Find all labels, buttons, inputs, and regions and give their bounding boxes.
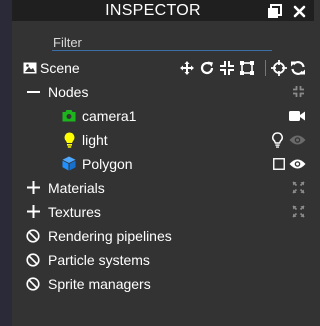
- lightbulb-icon: [64, 132, 75, 148]
- cube-icon: [62, 156, 76, 171]
- plus-icon[interactable]: [27, 205, 40, 218]
- crosshair-icon[interactable]: [271, 60, 287, 76]
- section-materials[interactable]: Materials: [12, 177, 314, 199]
- ban-icon: [26, 277, 40, 291]
- filter-input[interactable]: Filter: [53, 35, 82, 50]
- eye-icon[interactable]: [289, 158, 306, 170]
- image-icon: [23, 62, 37, 74]
- scene-label: Scene: [40, 60, 80, 76]
- bounding-box-gizmo-icon[interactable]: [239, 60, 255, 76]
- eye-icon[interactable]: [289, 134, 306, 146]
- node-label: camera1: [82, 108, 137, 124]
- inspector-panel: INSPECTOR Filter Scene Nodes camera1 lig…: [12, 0, 314, 326]
- node-label: Polygon: [82, 156, 133, 172]
- node-label: light: [82, 132, 108, 148]
- section-label: Materials: [48, 180, 105, 196]
- section-textures[interactable]: Textures: [12, 201, 314, 223]
- section-rendering-pipelines[interactable]: Rendering pipelines: [12, 225, 314, 247]
- node-item-polygon[interactable]: Polygon: [12, 153, 314, 175]
- rotate-gizmo-icon[interactable]: [199, 60, 215, 76]
- left-strip: [0, 0, 12, 326]
- section-label: Sprite managers: [48, 276, 151, 292]
- inspector-header: INSPECTOR: [12, 0, 314, 21]
- refresh-icon[interactable]: [290, 60, 306, 76]
- inspector-title: INSPECTOR: [105, 2, 201, 19]
- ban-icon: [26, 253, 40, 267]
- expand-icon[interactable]: [292, 181, 305, 194]
- nodes-row[interactable]: Nodes: [12, 81, 314, 103]
- scene-row[interactable]: Scene: [12, 57, 314, 79]
- video-camera-icon[interactable]: [289, 110, 305, 122]
- section-sprite-managers[interactable]: Sprite managers: [12, 273, 314, 295]
- lightbulb-outline-icon[interactable]: [272, 132, 283, 148]
- collapse-icon[interactable]: [292, 85, 305, 98]
- plus-icon[interactable]: [27, 181, 40, 194]
- camera-icon: [62, 109, 76, 122]
- minus-icon[interactable]: [27, 91, 40, 93]
- filter-underline: [52, 50, 272, 51]
- ban-icon: [26, 229, 40, 243]
- section-label: Rendering pipelines: [48, 228, 172, 244]
- popout-icon[interactable]: [266, 3, 282, 19]
- node-item-light[interactable]: light: [12, 129, 314, 151]
- section-label: Particle systems: [48, 252, 150, 268]
- bounding-box-toggle-icon[interactable]: [273, 158, 285, 170]
- scale-gizmo-icon[interactable]: [219, 60, 235, 76]
- section-label: Textures: [48, 204, 101, 220]
- toolbar-separator: [265, 60, 266, 76]
- section-particle-systems[interactable]: Particle systems: [12, 249, 314, 271]
- nodes-label: Nodes: [48, 84, 89, 100]
- move-gizmo-icon[interactable]: [179, 60, 195, 76]
- node-item-camera1[interactable]: camera1: [12, 105, 314, 127]
- expand-icon[interactable]: [292, 205, 305, 218]
- close-icon[interactable]: [291, 3, 307, 19]
